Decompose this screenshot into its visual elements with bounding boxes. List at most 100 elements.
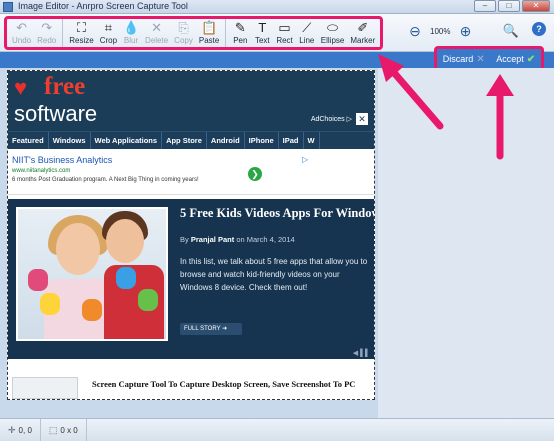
editing-tools-group: ↶ Undo ↷ Redo ⛶ Resize ⌗ Crop 💧 Blur ✕ Delete ⎘ Copy 📋… <box>4 16 384 50</box>
site-header: ♥ free software AdChoices ▷ ✕ <box>8 71 374 131</box>
post-meta: By Pranjal Pant on March 4, 2014 <box>180 235 295 244</box>
second-post-thumbnail <box>12 377 78 399</box>
text-label: Text <box>254 36 270 45</box>
undo-icon: ↶ <box>16 20 28 35</box>
resize-label: Resize <box>69 36 94 45</box>
title-bar: Image Editor - Anrpro Screen Capture Too… <box>0 0 554 14</box>
search-icon[interactable]: 🔍 <box>502 22 520 40</box>
crop-label: Crop <box>99 36 118 45</box>
crop-button[interactable]: ⌗ Crop <box>97 19 120 47</box>
second-post-title: Screen Capture Tool To Capture Desktop S… <box>92 379 356 389</box>
site-nav: Featured Windows Web Applications App Store… <box>8 131 374 149</box>
pen-icon: ✎ <box>234 20 246 35</box>
cursor-position-value: 0, 0 <box>18 425 32 435</box>
zoom-in-icon[interactable]: ⊕ <box>456 22 474 40</box>
delete-label: Delete <box>145 36 169 45</box>
delete-button[interactable]: ✕ Delete <box>142 19 171 47</box>
selection-icon: ⬚ <box>48 424 58 435</box>
ellipse-icon: ⬭ <box>327 20 339 35</box>
app-icon <box>3 2 13 12</box>
toolbar-separator <box>62 19 64 47</box>
second-post: Screen Capture Tool To Capture Desktop S… <box>8 373 374 399</box>
site-nav-item: Android <box>207 132 245 149</box>
line-icon: ⟋ <box>302 20 312 35</box>
image-canvas[interactable]: ♥ free software AdChoices ▷ ✕ Featured Wi… <box>7 70 375 400</box>
blur-label: Blur <box>123 36 139 45</box>
ellipse-button[interactable]: ⬭ Ellipse <box>318 19 348 47</box>
ad-block: NIIT's Business Analytics www.niitanalyt… <box>8 149 374 195</box>
text-button[interactable]: T Text <box>251 19 273 47</box>
adchoices-label: AdChoices ▷ <box>310 116 352 123</box>
post-excerpt: In this list, we talk about 5 free apps … <box>180 257 368 292</box>
window-controls: – □ ✕ <box>474 0 550 12</box>
status-bar: ✛ 0, 0 ⬚ 0 x 0 <box>0 418 554 441</box>
adchoices-icon: ▷ <box>302 155 309 164</box>
paste-icon: 📋 <box>201 20 218 35</box>
heart-logo-icon: ♥ <box>14 75 28 100</box>
post-title: 5 Free Kids Videos Apps For Windows 8 <box>180 206 375 220</box>
selection-size-value: 0 x 0 <box>60 425 78 435</box>
ad-url: www.niitanalytics.com <box>12 168 71 174</box>
ad-description: 6 months Post Graduation program. A Next… <box>12 177 199 183</box>
site-nav-item: Windows <box>49 132 91 149</box>
selection-size: ⬚ 0 x 0 <box>41 419 87 441</box>
full-story-button: FULL STORY ➜ <box>180 323 242 335</box>
resize-icon: ⛶ <box>76 20 87 35</box>
redo-icon: ↷ <box>41 20 53 35</box>
post-image <box>16 207 168 341</box>
copy-icon: ⎘ <box>178 20 189 35</box>
discard-icon: ✕ <box>476 53 485 65</box>
line-label: Line <box>299 36 315 45</box>
ellipse-label: Ellipse <box>320 36 345 45</box>
text-icon: T <box>258 20 267 35</box>
redo-label: Redo <box>37 36 57 45</box>
ad-title: NIIT's Business Analytics <box>12 155 113 165</box>
zoom-out-icon[interactable]: ⊖ <box>406 22 424 40</box>
logo-software-text: software <box>14 101 98 126</box>
accept-button[interactable]: Accept ✔ <box>496 54 535 65</box>
rect-label: Rect <box>276 36 293 45</box>
pen-label: Pen <box>233 36 248 45</box>
undo-label: Undo <box>12 36 32 45</box>
paste-button[interactable]: 📋 Paste <box>196 19 222 47</box>
paste-label: Paste <box>198 36 220 45</box>
site-nav-item: IPhone <box>245 132 279 149</box>
undo-button[interactable]: ↶ Undo <box>9 19 34 47</box>
logo-free-text: free <box>44 73 86 100</box>
copy-button[interactable]: ⎘ Copy <box>171 19 196 47</box>
post-author: Pranjal Pant <box>190 235 235 244</box>
site-nav-item: IPad <box>279 132 304 149</box>
toolbar-separator <box>225 19 227 47</box>
site-nav-item: W <box>304 132 320 149</box>
rect-icon: ▭ <box>278 20 291 35</box>
arrow-to-actions-icon <box>486 74 514 160</box>
close-button[interactable]: ✕ <box>522 0 550 12</box>
site-nav-item: Web Applications <box>91 132 163 149</box>
copy-label: Copy <box>174 36 193 45</box>
rect-button[interactable]: ▭ Rect <box>273 19 295 47</box>
zoom-level: 100% <box>430 26 451 36</box>
toolbar-right: 🔍 ? <box>502 22 546 40</box>
slider-pager: ◀ ▌▌ <box>352 350 370 357</box>
redo-button[interactable]: ↷ Redo <box>34 19 59 47</box>
resize-button[interactable]: ⛶ Resize <box>66 19 96 47</box>
site-nav-item: Featured <box>8 132 49 149</box>
pen-button[interactable]: ✎ Pen <box>229 19 251 47</box>
accept-label: Accept <box>496 54 524 64</box>
help-icon[interactable]: ? <box>532 22 546 36</box>
ad-go-icon: ❯ <box>248 167 262 181</box>
featured-post: 5 Free Kids Videos Apps For Windows 8 By… <box>8 199 374 359</box>
cursor-position: ✛ 0, 0 <box>0 419 41 441</box>
arrow-to-tools-icon <box>378 54 444 130</box>
maximize-button[interactable]: □ <box>498 0 520 12</box>
minimize-button[interactable]: – <box>474 0 496 12</box>
accept-icon: ✔ <box>526 53 536 65</box>
window-title: Image Editor - Anrpro Screen Capture Too… <box>18 1 188 11</box>
crosshair-icon: ✛ <box>8 424 16 435</box>
site-nav-item: App Store <box>162 132 207 149</box>
crop-icon: ⌗ <box>104 20 113 35</box>
line-button[interactable]: ⟋ Line <box>296 19 318 47</box>
zoom-controls: ⊖ 100% ⊕ <box>406 22 474 40</box>
blur-button[interactable]: 💧 Blur <box>120 19 142 47</box>
marker-icon: ✐ <box>357 20 369 35</box>
